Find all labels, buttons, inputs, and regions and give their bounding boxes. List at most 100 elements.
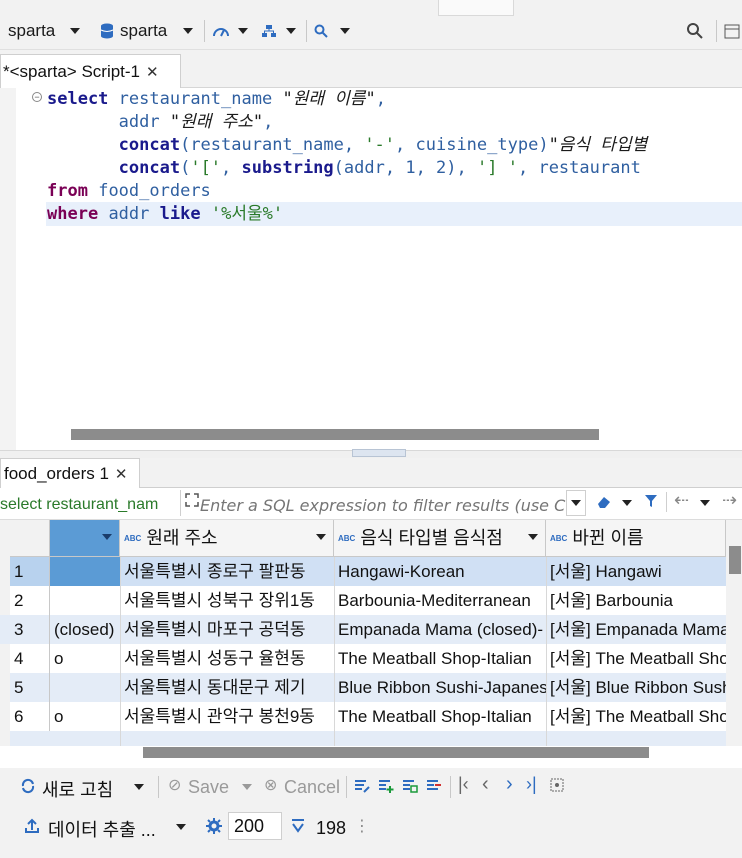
- first-page-icon[interactable]: |‹: [458, 774, 469, 795]
- filter-history-button[interactable]: [566, 490, 586, 516]
- table-cell[interactable]: (closed): [50, 615, 120, 644]
- row-number[interactable]: 3: [10, 615, 50, 644]
- save-button[interactable]: Save: [188, 777, 229, 798]
- panel-splitter[interactable]: [0, 449, 742, 458]
- table-cell[interactable]: o: [50, 644, 120, 673]
- table-cell[interactable]: 서울특별시 관악구 봉천9동: [120, 702, 334, 731]
- table-cell[interactable]: 서울특별시 성북구 장위1동: [120, 586, 334, 615]
- column-divider: [546, 557, 547, 746]
- expand-icon[interactable]: [184, 492, 200, 508]
- table-cell[interactable]: The Meatball Shop-Italian: [334, 702, 546, 731]
- edit-row-icon[interactable]: [354, 778, 370, 794]
- row-number[interactable]: 5: [10, 673, 50, 702]
- fetch-size-input[interactable]: [228, 812, 282, 840]
- results-grid[interactable]: ABC 원래 주소 ABC 음식 타입별 음식점 ABC 바뀐 이름 1 서울특…: [0, 520, 742, 746]
- search-dropdown-button[interactable]: [314, 18, 350, 44]
- sql-line-3: concat(restaurant_name, '-', cuisine_typ…: [118, 135, 648, 155]
- sql-line-2: addr "원래 주소",: [118, 112, 274, 132]
- table-cell[interactable]: [서울] The Meatball Shop: [546, 702, 726, 731]
- table-cell[interactable]: Hangawi-Korean: [334, 557, 546, 586]
- editor-horizontal-scrollbar[interactable]: [71, 429, 599, 440]
- filter-expression-input[interactable]: [200, 494, 566, 516]
- copy-row-icon[interactable]: [402, 778, 418, 794]
- results-tab-bar: food_orders 1 ✕: [0, 458, 742, 488]
- row-number[interactable]: 1: [10, 557, 50, 586]
- tab-script-1[interactable]: *<sparta> Script-1 ✕: [0, 54, 181, 88]
- chevron-down-icon[interactable]: [528, 534, 538, 540]
- table-cell[interactable]: [50, 557, 120, 586]
- table-cell[interactable]: The Meatball Shop-Italian: [334, 644, 546, 673]
- row-count-icon: [292, 819, 304, 833]
- row-number-header: [10, 520, 50, 557]
- add-row-icon[interactable]: [378, 778, 394, 794]
- chevron-down-icon[interactable]: [622, 500, 632, 506]
- connection-selector[interactable]: sparta: [8, 18, 81, 44]
- sql-editor[interactable]: − select restaurant_name "원래 이름", addr "…: [0, 88, 742, 450]
- chevron-down-icon: [286, 28, 296, 34]
- table-cell[interactable]: 서울특별시 동대문구 제기: [120, 673, 334, 702]
- grid-horizontal-scrollbar[interactable]: [143, 747, 649, 758]
- results-export-bar: 데이터 추출 ... 198 ⋮: [0, 806, 742, 858]
- arrow-right-icon[interactable]: ⇢: [722, 490, 737, 511]
- export-icon: [25, 818, 39, 833]
- export-data-button[interactable]: 데이터 추출 ...: [48, 816, 156, 842]
- chevron-down-icon[interactable]: [316, 534, 326, 540]
- global-search-button[interactable]: [686, 18, 704, 44]
- chevron-down-icon[interactable]: [700, 500, 710, 506]
- column-header-cuisine[interactable]: ABC 음식 타입별 음식점: [334, 520, 546, 557]
- table-cell[interactable]: 서울특별시 성동구 율현동: [120, 644, 334, 673]
- row-number[interactable]: 4: [10, 644, 50, 673]
- table-cell[interactable]: [서울] Empanada Mama: [546, 615, 726, 644]
- table-cell[interactable]: [50, 673, 120, 702]
- commit-mode-button[interactable]: [262, 18, 296, 44]
- table-cell[interactable]: [서울] The Meatball Shop: [546, 644, 726, 673]
- eraser-icon[interactable]: [596, 494, 612, 510]
- table-cell[interactable]: 서울특별시 마포구 공덕동: [120, 615, 334, 644]
- table-cell[interactable]: [서울] Hangawi: [546, 557, 726, 586]
- delete-row-icon[interactable]: [426, 778, 442, 794]
- tab-label: *<sparta> Script-1: [3, 61, 141, 81]
- chevron-down-icon[interactable]: [102, 534, 112, 540]
- transaction-mode-button[interactable]: [212, 18, 248, 44]
- query-preview[interactable]: select restaurant_nam: [0, 496, 176, 514]
- column-header-addr[interactable]: ABC 원래 주소: [120, 520, 334, 557]
- table-cell[interactable]: [서울] Blue Ribbon Sushi: [546, 673, 726, 702]
- refresh-button[interactable]: 새로 고침: [42, 776, 113, 802]
- next-page-icon[interactable]: ›: [506, 773, 513, 796]
- sql-line-1: select restaurant_name "원래 이름",: [47, 89, 386, 109]
- text-type-icon: ABC: [124, 534, 142, 543]
- chevron-down-icon[interactable]: [134, 784, 144, 790]
- table-cell[interactable]: Barbounia-Mediterranean: [334, 586, 546, 615]
- table-cell[interactable]: [서울] Barbounia: [546, 586, 726, 615]
- chevron-down-icon[interactable]: [242, 784, 252, 790]
- results-action-bar: 새로 고침 ⊘ Save ⊗ Cancel |‹ ‹ › ›|: [0, 768, 742, 806]
- fetch-all-icon[interactable]: [550, 778, 564, 792]
- chevron-down-icon[interactable]: [176, 824, 186, 830]
- previous-page-icon[interactable]: ‹: [482, 773, 489, 796]
- table-cell[interactable]: o: [50, 702, 120, 731]
- column-header-selected[interactable]: [50, 520, 120, 557]
- close-icon[interactable]: ✕: [146, 63, 159, 81]
- arrow-left-icon[interactable]: ⇠: [674, 490, 689, 511]
- splitter-handle[interactable]: [352, 449, 406, 457]
- row-number[interactable]: 2: [10, 586, 50, 615]
- fold-icon[interactable]: −: [32, 92, 42, 102]
- gear-icon: [206, 818, 222, 834]
- perspective-button[interactable]: [724, 18, 742, 44]
- cancel-button[interactable]: Cancel: [284, 777, 340, 798]
- row-number[interactable]: 6: [10, 702, 50, 731]
- more-icon[interactable]: ⋮: [354, 816, 370, 836]
- tab-food-orders-1[interactable]: food_orders 1 ✕: [0, 458, 140, 488]
- column-header-renamed[interactable]: ABC 바뀐 이름: [546, 520, 726, 557]
- table-cell[interactable]: Empanada Mama (closed)-: [334, 615, 546, 644]
- table-row[interactable]: [10, 731, 726, 746]
- cancel-icon: ⊗: [264, 777, 278, 794]
- database-selector[interactable]: sparta: [100, 18, 194, 44]
- last-page-icon[interactable]: ›|: [526, 774, 537, 795]
- filter-icon[interactable]: [644, 493, 658, 509]
- table-cell[interactable]: [50, 586, 120, 615]
- grid-vertical-scrollbar[interactable]: [729, 546, 741, 574]
- table-cell[interactable]: Blue Ribbon Sushi-Japanese: [334, 673, 546, 702]
- close-icon[interactable]: ✕: [115, 465, 128, 483]
- table-cell[interactable]: 서울특별시 종로구 팔판동: [120, 557, 334, 586]
